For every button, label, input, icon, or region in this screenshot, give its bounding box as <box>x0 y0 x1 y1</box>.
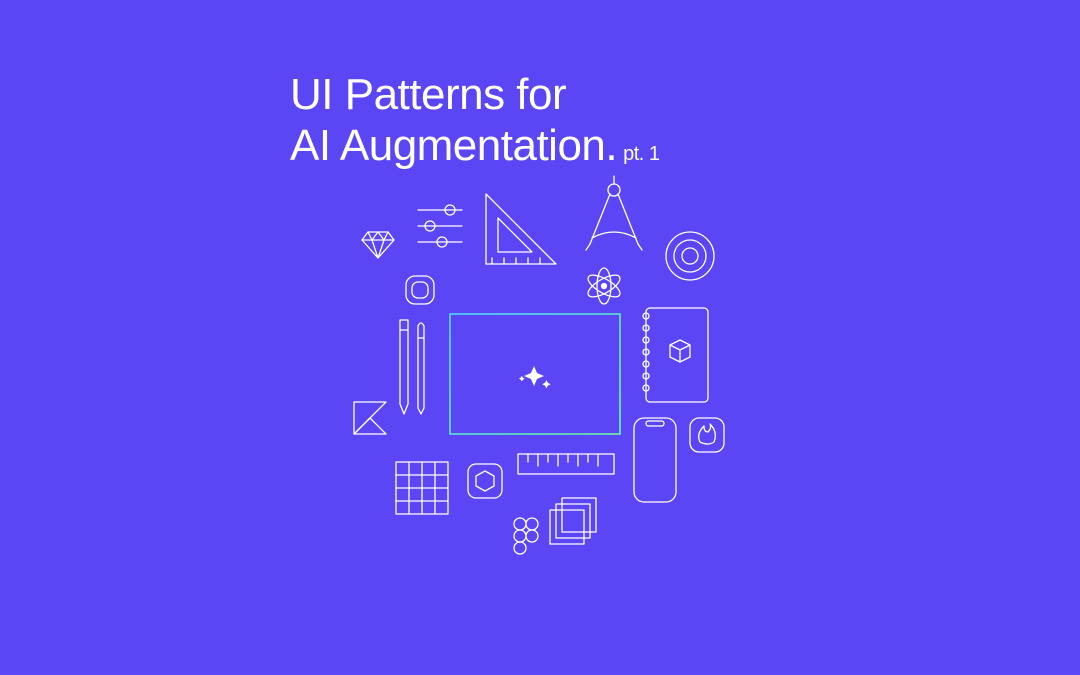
title-suffix: pt. 1 <box>623 143 659 165</box>
sliders-icon <box>418 205 462 247</box>
gem-icon <box>362 232 394 258</box>
rounded-square-icon <box>406 276 434 304</box>
cube-icon <box>670 340 690 362</box>
title-line-1: UI Patterns for <box>290 70 660 121</box>
firebase-icon <box>690 418 724 452</box>
title-line-2: AI Augmentation. pt. 1 <box>290 121 660 172</box>
illustration-cluster <box>290 180 810 650</box>
layers-icon <box>550 498 596 544</box>
figma-icon <box>514 518 538 554</box>
phone-icon <box>634 418 676 502</box>
kotlin-icon <box>354 402 386 434</box>
hexagon-icon <box>468 464 502 498</box>
title-block: UI Patterns for AI Augmentation. pt. 1 <box>290 70 660 171</box>
ruler-icon <box>518 454 614 474</box>
set-square-icon <box>486 194 556 264</box>
sparkle-icon <box>519 366 551 388</box>
target-icon <box>666 232 714 280</box>
pen-pencil-icon <box>400 320 424 414</box>
compass-icon <box>586 176 642 250</box>
spiral-notebook-icon <box>643 308 708 402</box>
atom-icon <box>585 268 623 304</box>
title-line-2-text: AI Augmentation. <box>290 121 617 170</box>
grid-icon <box>396 462 448 514</box>
